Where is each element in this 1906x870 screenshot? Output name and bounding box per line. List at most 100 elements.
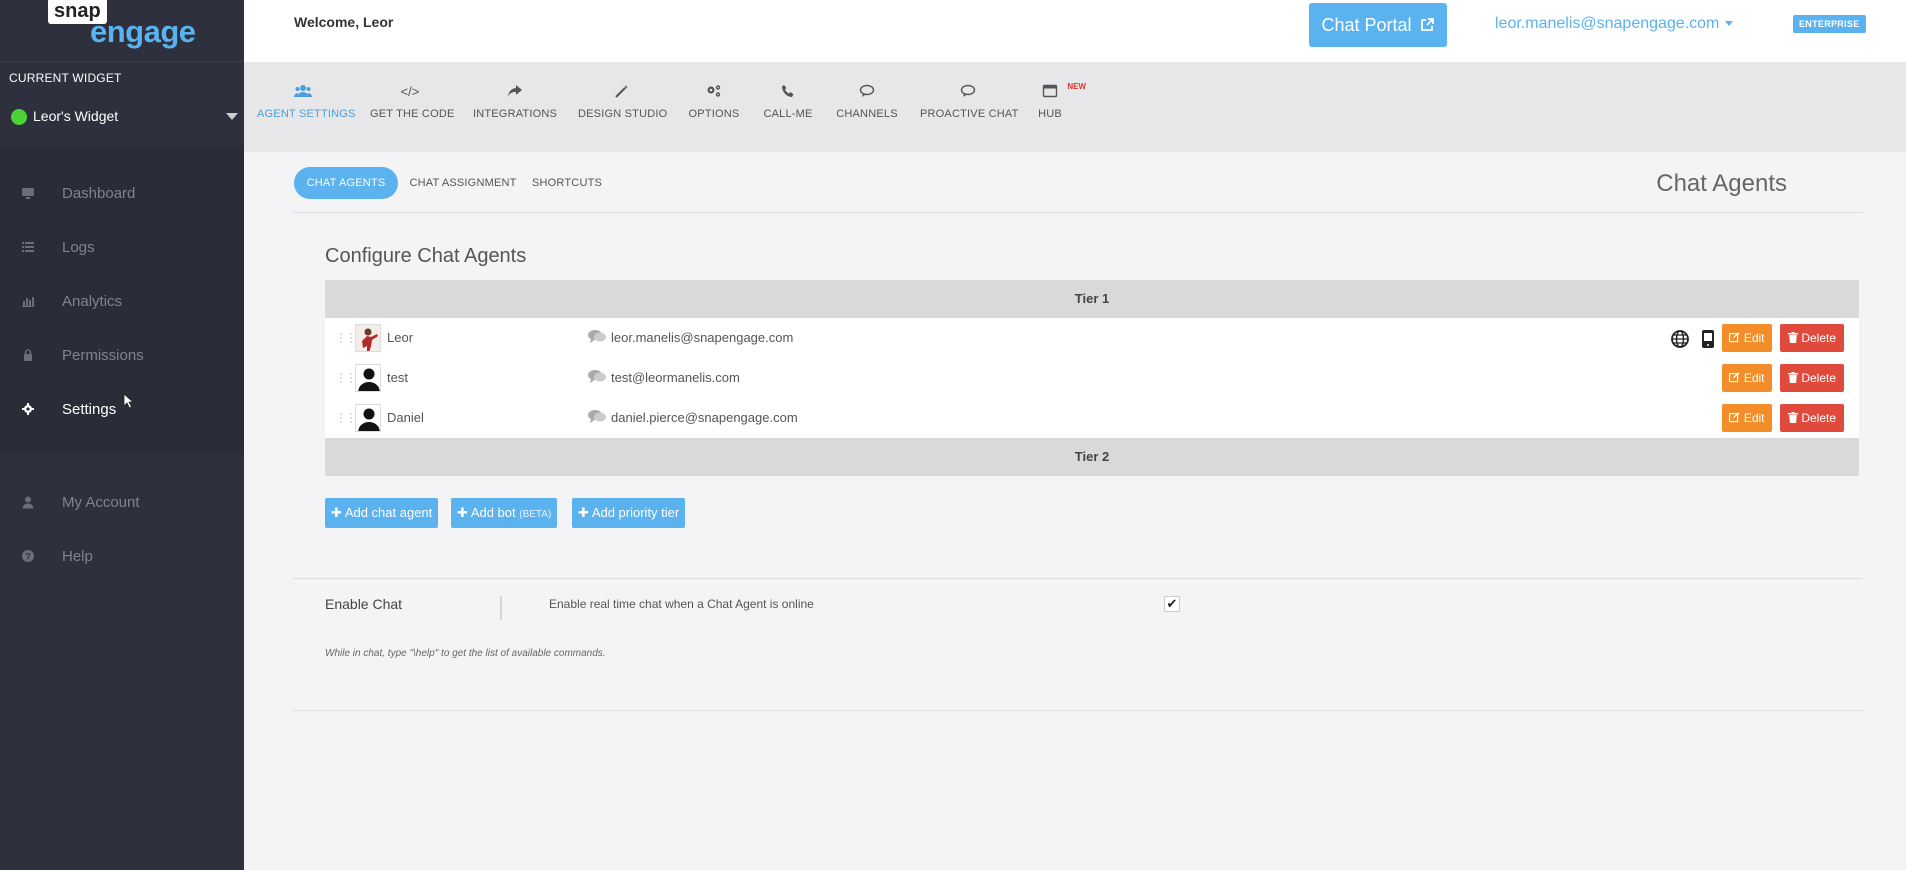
enable-chat-label: Enable Chat	[325, 596, 403, 612]
drag-handle-icon[interactable]: ⋮⋮	[335, 411, 357, 425]
tab-channels[interactable]: CHANNELS	[834, 84, 900, 120]
tier-header: Tier 1	[325, 280, 1859, 318]
user-icon	[20, 495, 36, 511]
add-priority-tier-label: Add priority tier	[591, 505, 680, 520]
subtab-chat-assignment[interactable]: CHAT ASSIGNMENT	[408, 167, 518, 199]
tab-label: HUB	[1038, 108, 1062, 120]
delete-label: Delete	[1801, 371, 1837, 385]
table-row[interactable]: ⋮⋮ test test@leormanelis.com Edit Delete	[325, 358, 1859, 398]
chat-portal-label: Chat Portal	[1321, 15, 1412, 35]
lock-icon	[20, 348, 36, 364]
plus-icon: ✚	[457, 505, 468, 520]
external-link-icon	[1420, 18, 1434, 31]
sidebar-nav: Dashboard Logs Analytics Permissions Set…	[0, 146, 244, 454]
sidebar-item-label: Help	[62, 548, 93, 565]
trash-icon	[1787, 332, 1798, 343]
sidebar-item-analytics[interactable]: Analytics	[0, 282, 244, 322]
user-menu[interactable]: leor.manelis@snapengage.com	[1495, 15, 1734, 33]
configure-title: Configure Chat Agents	[325, 245, 527, 267]
sidebar-item-label: Analytics	[62, 293, 123, 310]
add-bot-button[interactable]: ✚ Add bot (BETA)	[451, 498, 558, 528]
sidebar-item-logs[interactable]: Logs	[0, 228, 244, 268]
user-email: leor.manelis@snapengage.com	[1495, 15, 1720, 32]
drag-handle-icon[interactable]: ⋮⋮	[335, 371, 357, 385]
subtab-shortcuts[interactable]: SHORTCUTS	[532, 167, 602, 199]
users-icon	[257, 84, 349, 100]
add-bot-label: Add bot	[470, 505, 516, 520]
add-priority-tier-button[interactable]: ✚ Add priority tier	[572, 498, 686, 528]
tier-header: Tier 2	[325, 438, 1859, 476]
edit-icon	[1729, 332, 1740, 343]
agent-name: Daniel	[387, 410, 424, 425]
widget-status-dot	[11, 109, 27, 125]
sidebar-item-label: Dashboard	[62, 185, 136, 202]
table-row[interactable]: ⋮⋮ Leor leor.manelis@snapengage.com Edit	[325, 318, 1859, 358]
edit-label: Edit	[1743, 411, 1765, 425]
tab-label: GET THE CODE	[370, 108, 455, 120]
plus-icon: ✚	[331, 505, 342, 520]
tab-integrations[interactable]: INTEGRATIONS	[472, 84, 558, 120]
sidebar-item-dashboard[interactable]: Dashboard	[0, 174, 244, 214]
avatar	[355, 364, 381, 392]
gear-icon	[20, 402, 36, 418]
caret-down-icon	[1725, 21, 1734, 27]
tab-get-the-code[interactable]: </> GET THE CODE	[370, 84, 455, 120]
sidebar-item-my-account[interactable]: My Account	[0, 483, 244, 523]
chat-channel-icon	[587, 328, 607, 346]
delete-button[interactable]: Delete	[1780, 364, 1844, 392]
divider	[293, 578, 1863, 579]
current-widget-label: CURRENT WIDGET	[9, 71, 122, 85]
delete-button[interactable]: Delete	[1780, 404, 1844, 432]
bar-chart-icon	[20, 294, 36, 310]
comment-icon	[834, 84, 900, 100]
tab-options[interactable]: OPTIONS	[686, 84, 742, 120]
enable-chat-description: Enable real time chat when a Chat Agent …	[549, 597, 814, 611]
tab-label: OPTIONS	[688, 108, 740, 120]
edit-button[interactable]: Edit	[1722, 324, 1772, 352]
plus-icon: ✚	[578, 505, 589, 520]
trash-icon	[1787, 412, 1798, 423]
tab-hub[interactable]: HUB NEW	[1036, 82, 1086, 120]
edit-button[interactable]: Edit	[1722, 404, 1772, 432]
sidebar-item-help[interactable]: ? Help	[0, 537, 244, 577]
agent-email: daniel.pierce@snapengage.com	[611, 410, 798, 425]
add-chat-agent-label: Add chat agent	[344, 505, 433, 520]
avatar	[355, 324, 381, 352]
tab-design-studio[interactable]: DESIGN STUDIO	[578, 84, 667, 120]
tab-proactive-chat[interactable]: PROACTIVE CHAT	[920, 84, 1018, 120]
enable-chat-checkbox[interactable]: ✔	[1164, 596, 1180, 612]
agent-name: Leor	[387, 330, 414, 345]
checkmark-icon: ✔	[1166, 596, 1178, 611]
code-icon: </>	[400, 84, 420, 99]
add-chat-agent-button[interactable]: ✚ Add chat agent	[325, 498, 439, 528]
tab-label: INTEGRATIONS	[472, 108, 558, 120]
sidebar-item-settings[interactable]: Settings	[0, 390, 244, 430]
mobile-phone-icon[interactable]	[1701, 329, 1715, 349]
tab-call-me[interactable]: CALL-ME	[762, 84, 814, 120]
widget-select[interactable]: Leor's Widget	[0, 96, 244, 136]
drag-handle-icon[interactable]: ⋮⋮	[335, 331, 357, 345]
agents-table: Tier 1 ⋮⋮ Leor leor.manelis@snapengage.c…	[325, 280, 1859, 476]
edit-icon	[1729, 372, 1740, 383]
monitor-icon	[20, 186, 36, 202]
sidebar-item-permissions[interactable]: Permissions	[0, 336, 244, 376]
svg-text:?: ?	[25, 552, 31, 562]
plan-badge: ENTERPRISE	[1793, 15, 1866, 33]
edit-button[interactable]: Edit	[1722, 364, 1772, 392]
agent-email: test@leormanelis.com	[611, 370, 740, 385]
agent-email: leor.manelis@snapengage.com	[611, 330, 794, 345]
widget-name: Leor's Widget	[33, 108, 119, 124]
subtab-chat-agents[interactable]: CHAT AGENTS	[294, 167, 398, 199]
new-badge: NEW	[1067, 82, 1086, 91]
agent-name: test	[387, 370, 408, 385]
help-note: While in chat, type "\help" to get the l…	[325, 648, 606, 659]
chat-channel-icon	[587, 368, 607, 386]
table-row[interactable]: ⋮⋮ Daniel daniel.pierce@snapengage.com E…	[325, 398, 1859, 438]
logo[interactable]: snap engage	[0, 0, 244, 62]
globe-icon[interactable]	[1670, 329, 1690, 349]
sidebar: snap engage CURRENT WIDGET Leor's Widget…	[0, 0, 244, 870]
delete-button[interactable]: Delete	[1780, 324, 1844, 352]
chat-portal-button[interactable]: Chat Portal	[1309, 3, 1447, 47]
tab-label: AGENT SETTINGS	[257, 108, 356, 120]
tab-agent-settings[interactable]: AGENT SETTINGS	[257, 84, 356, 120]
